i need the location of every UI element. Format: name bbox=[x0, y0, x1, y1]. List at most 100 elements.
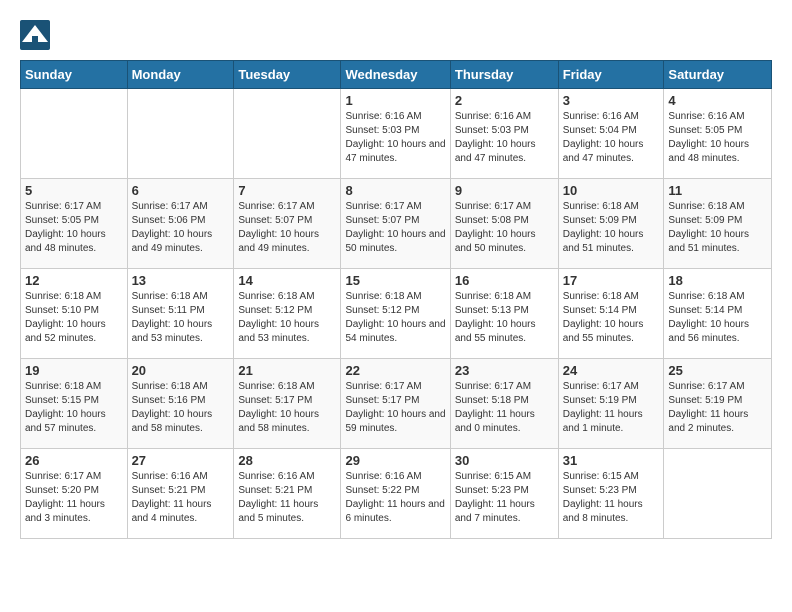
day-info: Sunrise: 6:16 AM Sunset: 5:03 PM Dayligh… bbox=[345, 110, 445, 166]
calendar-body: 1 Sunrise: 6:16 AM Sunset: 5:03 PM Daylig… bbox=[21, 89, 772, 539]
calendar-cell: 25 Sunrise: 6:17 AM Sunset: 5:19 PM Dayli… bbox=[664, 359, 772, 449]
calendar-cell: 27Sunrise: 6:16 AM Sunset: 5:21 PM Dayli… bbox=[127, 449, 234, 539]
calendar-week-5: 26Sunrise: 6:17 AM Sunset: 5:20 PM Dayli… bbox=[21, 449, 772, 539]
day-number: 5 bbox=[25, 183, 123, 198]
day-number: 22 bbox=[345, 363, 445, 378]
day-number: 21 bbox=[238, 363, 336, 378]
header-sunday: Sunday bbox=[21, 61, 128, 89]
calendar-cell: 22 Sunrise: 6:17 AM Sunset: 5:17 PM Dayli… bbox=[341, 359, 450, 449]
day-number: 18 bbox=[668, 273, 767, 288]
calendar-cell: 9 Sunrise: 6:17 AM Sunset: 5:08 PM Daylig… bbox=[450, 179, 558, 269]
day-info: Sunrise: 6:18 AM Sunset: 5:10 PM Dayligh… bbox=[25, 290, 123, 346]
day-info: Sunrise: 6:18 AM Sunset: 5:17 PM Dayligh… bbox=[238, 380, 336, 436]
header-thursday: Thursday bbox=[450, 61, 558, 89]
calendar-cell: 24 Sunrise: 6:17 AM Sunset: 5:19 PM Dayli… bbox=[558, 359, 664, 449]
day-number: 17 bbox=[563, 273, 660, 288]
calendar-cell bbox=[664, 449, 772, 539]
day-number: 16 bbox=[455, 273, 554, 288]
calendar-cell: 1 Sunrise: 6:16 AM Sunset: 5:03 PM Daylig… bbox=[341, 89, 450, 179]
calendar-cell: 6 Sunrise: 6:17 AM Sunset: 5:06 PM Daylig… bbox=[127, 179, 234, 269]
day-number: 24 bbox=[563, 363, 660, 378]
header-friday: Friday bbox=[558, 61, 664, 89]
calendar-cell bbox=[21, 89, 128, 179]
day-info: Sunrise: 6:18 AM Sunset: 5:09 PM Dayligh… bbox=[668, 200, 767, 256]
day-info: Sunrise: 6:16 AM Sunset: 5:21 PM Dayligh… bbox=[238, 470, 336, 526]
day-info: Sunrise: 6:17 AM Sunset: 5:18 PM Dayligh… bbox=[455, 380, 554, 436]
calendar-header: Sunday Monday Tuesday Wednesday Thursday… bbox=[21, 61, 772, 89]
day-info: Sunrise: 6:16 AM Sunset: 5:04 PM Dayligh… bbox=[563, 110, 660, 166]
calendar-week-2: 5 Sunrise: 6:17 AM Sunset: 5:05 PM Daylig… bbox=[21, 179, 772, 269]
day-info: Sunrise: 6:16 AM Sunset: 5:03 PM Dayligh… bbox=[455, 110, 554, 166]
day-number: 2 bbox=[455, 93, 554, 108]
day-info: Sunrise: 6:16 AM Sunset: 5:21 PM Dayligh… bbox=[132, 470, 230, 526]
calendar-cell bbox=[127, 89, 234, 179]
day-number: 10 bbox=[563, 183, 660, 198]
calendar-cell: 11 Sunrise: 6:18 AM Sunset: 5:09 PM Dayli… bbox=[664, 179, 772, 269]
day-info: Sunrise: 6:15 AM Sunset: 5:23 PM Dayligh… bbox=[455, 470, 554, 526]
calendar-cell: 31Sunrise: 6:15 AM Sunset: 5:23 PM Dayli… bbox=[558, 449, 664, 539]
calendar-cell: 28 Sunrise: 6:16 AM Sunset: 5:21 PM Dayli… bbox=[234, 449, 341, 539]
day-info: Sunrise: 6:15 AM Sunset: 5:23 PM Dayligh… bbox=[563, 470, 660, 526]
calendar-cell: 7Sunrise: 6:17 AM Sunset: 5:07 PM Daylig… bbox=[234, 179, 341, 269]
calendar-cell: 18 Sunrise: 6:18 AM Sunset: 5:14 PM Dayli… bbox=[664, 269, 772, 359]
day-info: Sunrise: 6:18 AM Sunset: 5:15 PM Dayligh… bbox=[25, 380, 123, 436]
header-tuesday: Tuesday bbox=[234, 61, 341, 89]
day-number: 11 bbox=[668, 183, 767, 198]
day-info: Sunrise: 6:18 AM Sunset: 5:11 PM Dayligh… bbox=[132, 290, 230, 346]
day-info: Sunrise: 6:17 AM Sunset: 5:06 PM Dayligh… bbox=[132, 200, 230, 256]
calendar-cell: 2 Sunrise: 6:16 AM Sunset: 5:03 PM Daylig… bbox=[450, 89, 558, 179]
day-number: 25 bbox=[668, 363, 767, 378]
calendar-cell: 15 Sunrise: 6:18 AM Sunset: 5:12 PM Dayli… bbox=[341, 269, 450, 359]
day-number: 29 bbox=[345, 453, 445, 468]
day-number: 6 bbox=[132, 183, 230, 198]
day-info: Sunrise: 6:17 AM Sunset: 5:08 PM Dayligh… bbox=[455, 200, 554, 256]
calendar-cell: 21 Sunrise: 6:18 AM Sunset: 5:17 PM Dayli… bbox=[234, 359, 341, 449]
day-number: 1 bbox=[345, 93, 445, 108]
calendar-cell: 26Sunrise: 6:17 AM Sunset: 5:20 PM Dayli… bbox=[21, 449, 128, 539]
calendar-cell: 16 Sunrise: 6:18 AM Sunset: 5:13 PM Dayli… bbox=[450, 269, 558, 359]
day-number: 15 bbox=[345, 273, 445, 288]
day-info: Sunrise: 6:17 AM Sunset: 5:17 PM Dayligh… bbox=[345, 380, 445, 436]
calendar-cell: 19 Sunrise: 6:18 AM Sunset: 5:15 PM Dayli… bbox=[21, 359, 128, 449]
day-info: Sunrise: 6:18 AM Sunset: 5:12 PM Dayligh… bbox=[238, 290, 336, 346]
calendar-cell: 12Sunrise: 6:18 AM Sunset: 5:10 PM Dayli… bbox=[21, 269, 128, 359]
day-info: Sunrise: 6:17 AM Sunset: 5:07 PM Dayligh… bbox=[238, 200, 336, 256]
day-info: Sunrise: 6:17 AM Sunset: 5:20 PM Dayligh… bbox=[25, 470, 123, 526]
day-number: 13 bbox=[132, 273, 230, 288]
day-number: 3 bbox=[563, 93, 660, 108]
calendar-cell: 8Sunrise: 6:17 AM Sunset: 5:07 PM Daylig… bbox=[341, 179, 450, 269]
calendar-week-1: 1 Sunrise: 6:16 AM Sunset: 5:03 PM Daylig… bbox=[21, 89, 772, 179]
day-info: Sunrise: 6:18 AM Sunset: 5:09 PM Dayligh… bbox=[563, 200, 660, 256]
logo bbox=[20, 20, 54, 50]
calendar-cell: 3 Sunrise: 6:16 AM Sunset: 5:04 PM Daylig… bbox=[558, 89, 664, 179]
day-info: Sunrise: 6:17 AM Sunset: 5:07 PM Dayligh… bbox=[345, 200, 445, 256]
calendar-cell: 17 Sunrise: 6:18 AM Sunset: 5:14 PM Dayli… bbox=[558, 269, 664, 359]
calendar-cell: 13 Sunrise: 6:18 AM Sunset: 5:11 PM Dayli… bbox=[127, 269, 234, 359]
day-info: Sunrise: 6:18 AM Sunset: 5:14 PM Dayligh… bbox=[668, 290, 767, 346]
calendar-cell: 23Sunrise: 6:17 AM Sunset: 5:18 PM Dayli… bbox=[450, 359, 558, 449]
header-saturday: Saturday bbox=[664, 61, 772, 89]
day-number: 19 bbox=[25, 363, 123, 378]
page-header bbox=[20, 20, 772, 50]
day-info: Sunrise: 6:18 AM Sunset: 5:14 PM Dayligh… bbox=[563, 290, 660, 346]
day-number: 20 bbox=[132, 363, 230, 378]
calendar-cell: 4 Sunrise: 6:16 AM Sunset: 5:05 PM Daylig… bbox=[664, 89, 772, 179]
header-row: Sunday Monday Tuesday Wednesday Thursday… bbox=[21, 61, 772, 89]
day-number: 30 bbox=[455, 453, 554, 468]
calendar-cell: 5 Sunrise: 6:17 AM Sunset: 5:05 PM Daylig… bbox=[21, 179, 128, 269]
day-info: Sunrise: 6:18 AM Sunset: 5:13 PM Dayligh… bbox=[455, 290, 554, 346]
day-info: Sunrise: 6:18 AM Sunset: 5:16 PM Dayligh… bbox=[132, 380, 230, 436]
day-info: Sunrise: 6:17 AM Sunset: 5:05 PM Dayligh… bbox=[25, 200, 123, 256]
day-number: 4 bbox=[668, 93, 767, 108]
day-info: Sunrise: 6:17 AM Sunset: 5:19 PM Dayligh… bbox=[668, 380, 767, 436]
calendar-cell: 14Sunrise: 6:18 AM Sunset: 5:12 PM Dayli… bbox=[234, 269, 341, 359]
day-info: Sunrise: 6:17 AM Sunset: 5:19 PM Dayligh… bbox=[563, 380, 660, 436]
calendar-week-4: 19 Sunrise: 6:18 AM Sunset: 5:15 PM Dayli… bbox=[21, 359, 772, 449]
calendar-cell: 10 Sunrise: 6:18 AM Sunset: 5:09 PM Dayli… bbox=[558, 179, 664, 269]
day-info: Sunrise: 6:16 AM Sunset: 5:05 PM Dayligh… bbox=[668, 110, 767, 166]
day-number: 9 bbox=[455, 183, 554, 198]
calendar-week-3: 12Sunrise: 6:18 AM Sunset: 5:10 PM Dayli… bbox=[21, 269, 772, 359]
day-number: 28 bbox=[238, 453, 336, 468]
day-info: Sunrise: 6:18 AM Sunset: 5:12 PM Dayligh… bbox=[345, 290, 445, 346]
day-info: Sunrise: 6:16 AM Sunset: 5:22 PM Dayligh… bbox=[345, 470, 445, 526]
